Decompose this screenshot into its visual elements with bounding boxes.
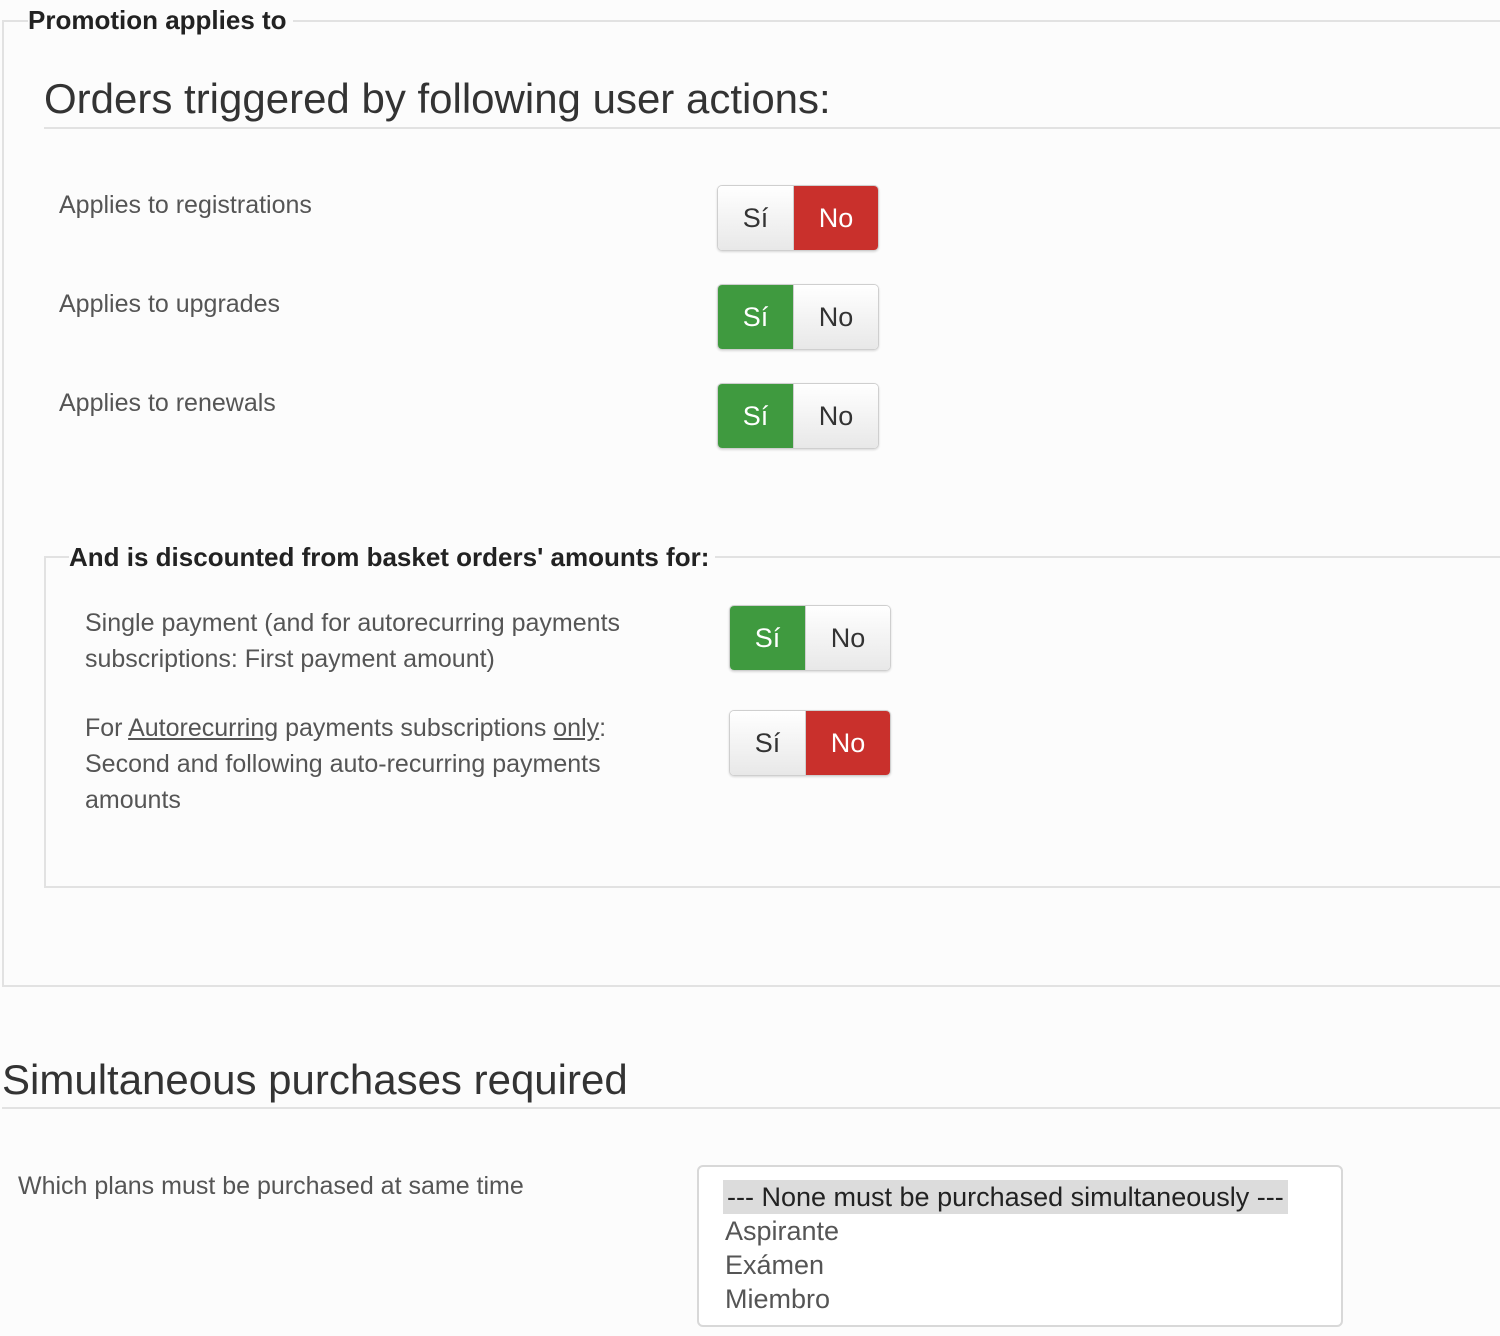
renewals-yes-button[interactable]: Sí bbox=[718, 384, 794, 448]
registrations-no-button[interactable]: No bbox=[794, 186, 878, 250]
discount-legend: And is discounted from basket orders' am… bbox=[69, 541, 716, 573]
registrations-label: Applies to registrations bbox=[59, 191, 312, 219]
upgrades-toggle[interactable]: Sí No bbox=[717, 284, 879, 350]
single-payment-yes-button[interactable]: Sí bbox=[730, 606, 806, 670]
plan-option-aspirante[interactable]: Aspirante bbox=[725, 1214, 839, 1248]
renewals-toggle[interactable]: Sí No bbox=[717, 383, 879, 449]
single-payment-toggle[interactable]: Sí No bbox=[729, 605, 891, 671]
registrations-toggle[interactable]: Sí No bbox=[717, 185, 879, 251]
renewals-no-button[interactable]: No bbox=[794, 384, 878, 448]
upgrades-label: Applies to upgrades bbox=[59, 290, 280, 318]
plans-multiselect[interactable]: --- None must be purchased simultaneousl… bbox=[697, 1165, 1343, 1327]
simultaneous-heading: Simultaneous purchases required bbox=[2, 1056, 628, 1103]
single-payment-no-button[interactable]: No bbox=[806, 606, 890, 670]
orders-heading-divider bbox=[44, 127, 1500, 129]
orders-heading: Orders triggered by following user actio… bbox=[44, 75, 831, 122]
simultaneous-heading-divider bbox=[2, 1107, 1500, 1109]
renewals-label: Applies to renewals bbox=[59, 389, 276, 417]
registrations-yes-button[interactable]: Sí bbox=[718, 186, 794, 250]
plan-option-miembro[interactable]: Miembro bbox=[725, 1282, 830, 1316]
upgrades-yes-button[interactable]: Sí bbox=[718, 285, 794, 349]
recurring-payment-no-button[interactable]: No bbox=[806, 711, 890, 775]
recurring-payment-toggle[interactable]: Sí No bbox=[729, 710, 891, 776]
upgrades-no-button[interactable]: No bbox=[794, 285, 878, 349]
only-link[interactable]: only bbox=[553, 714, 599, 742]
recurring-payment-yes-button[interactable]: Sí bbox=[730, 711, 806, 775]
recurring-payment-label: For Autorecurring payments subscriptions… bbox=[85, 710, 665, 818]
recurring-label-prefix: For bbox=[85, 714, 129, 742]
autorecurring-link[interactable]: Autorecurring bbox=[128, 714, 278, 742]
single-payment-label: Single payment (and for autorecurring pa… bbox=[85, 609, 621, 673]
plan-option-examen[interactable]: Exámen bbox=[725, 1248, 824, 1282]
promotion-legend: Promotion applies to bbox=[28, 4, 293, 36]
plan-option-none[interactable]: --- None must be purchased simultaneousl… bbox=[723, 1180, 1288, 1214]
recurring-label-mid: payments subscriptions bbox=[278, 714, 554, 742]
plans-label: Which plans must be purchased at same ti… bbox=[18, 1172, 524, 1200]
